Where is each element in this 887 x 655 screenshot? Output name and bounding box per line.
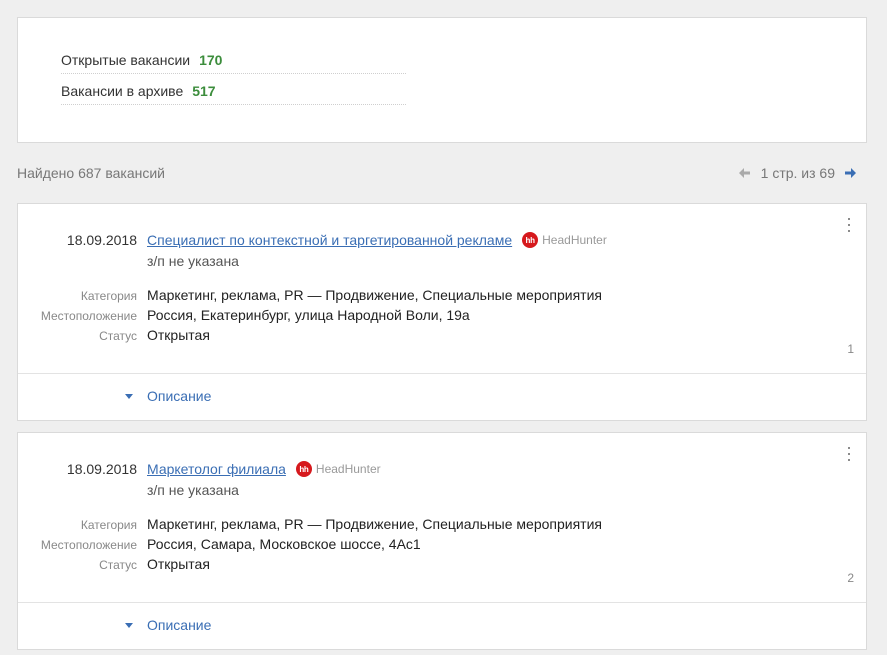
more-options-icon[interactable] xyxy=(846,447,852,461)
vacancy-card: 18.09.2018 Специалист по контекстной и т… xyxy=(17,203,867,421)
vacancy-card-footer: Описание xyxy=(18,603,866,649)
location-label: Местоположение xyxy=(40,309,137,323)
vacancy-salary: з/п не указана xyxy=(147,482,239,498)
headhunter-logo-icon: hh xyxy=(522,232,539,248)
vacancy-title-line: Маркетолог филиала hh HeadHunter xyxy=(147,461,381,477)
stats-panel: Открытые вакансии 170 Вакансии в архиве … xyxy=(17,17,867,143)
open-vacancies-count: 170 xyxy=(199,51,223,68)
location-value: Россия, Екатеринбург, улица Народной Вол… xyxy=(147,307,470,323)
vacancy-card-body: 18.09.2018 Специалист по контекстной и т… xyxy=(18,204,866,374)
status-label: Статус xyxy=(99,558,137,572)
more-options-icon[interactable] xyxy=(846,218,852,232)
status-value: Открытая xyxy=(147,556,210,572)
vacancy-index: 2 xyxy=(847,571,854,585)
location-label: Местоположение xyxy=(40,538,137,552)
vacancy-card-body: 18.09.2018 Маркетолог филиала hh HeadHun… xyxy=(18,433,866,603)
archive-vacancies-label: Вакансии в архиве xyxy=(61,82,184,99)
source-name: HeadHunter xyxy=(315,462,381,476)
archive-vacancies-row[interactable]: Вакансии в архиве 517 xyxy=(61,77,406,105)
vacancy-salary: з/п не указана xyxy=(147,253,239,269)
caret-down-icon xyxy=(125,622,133,628)
vacancy-index: 1 xyxy=(847,342,854,356)
category-value: Маркетинг, реклама, PR — Продвижение, Сп… xyxy=(147,287,602,303)
status-value: Открытая xyxy=(147,327,210,343)
vacancy-title-line: Специалист по контекстной и таргетирован… xyxy=(147,232,607,248)
vacancy-card: 18.09.2018 Маркетолог филиала hh HeadHun… xyxy=(17,432,867,650)
pagination: 1 стр. из 69 xyxy=(738,165,857,181)
location-value: Россия, Самара, Московское шоссе, 4Ас1 xyxy=(147,536,421,552)
headhunter-logo-icon: hh xyxy=(295,461,312,477)
vacancy-source[interactable]: hh HeadHunter xyxy=(522,232,607,248)
vacancy-date: 18.09.2018 xyxy=(66,461,137,477)
results-count: Найдено 687 вакансий xyxy=(17,165,165,181)
vacancy-title-link[interactable]: Специалист по контекстной и таргетирован… xyxy=(147,232,512,248)
caret-down-icon xyxy=(125,393,133,399)
source-name: HeadHunter xyxy=(542,233,607,247)
vacancy-card-footer: Описание xyxy=(18,374,866,420)
archive-vacancies-count: 517 xyxy=(192,82,216,99)
open-vacancies-row[interactable]: Открытые вакансии 170 xyxy=(61,46,406,74)
description-toggle[interactable]: Описание xyxy=(125,388,211,404)
page-indicator: 1 стр. из 69 xyxy=(760,165,835,181)
vacancy-date: 18.09.2018 xyxy=(66,232,137,248)
category-value: Маркетинг, реклама, PR — Продвижение, Сп… xyxy=(147,516,602,532)
open-vacancies-label: Открытые вакансии xyxy=(61,51,191,68)
description-label: Описание xyxy=(147,617,212,633)
status-label: Статус xyxy=(99,329,137,343)
prev-page-arrow-icon[interactable] xyxy=(738,166,751,180)
next-page-arrow-icon[interactable] xyxy=(845,166,857,180)
description-label: Описание xyxy=(147,388,212,404)
category-label: Категория xyxy=(80,289,137,303)
vacancy-title-link[interactable]: Маркетолог филиала xyxy=(147,461,286,477)
vacancy-source[interactable]: hh HeadHunter xyxy=(295,461,381,477)
description-toggle[interactable]: Описание xyxy=(125,617,211,633)
category-label: Категория xyxy=(80,518,137,532)
